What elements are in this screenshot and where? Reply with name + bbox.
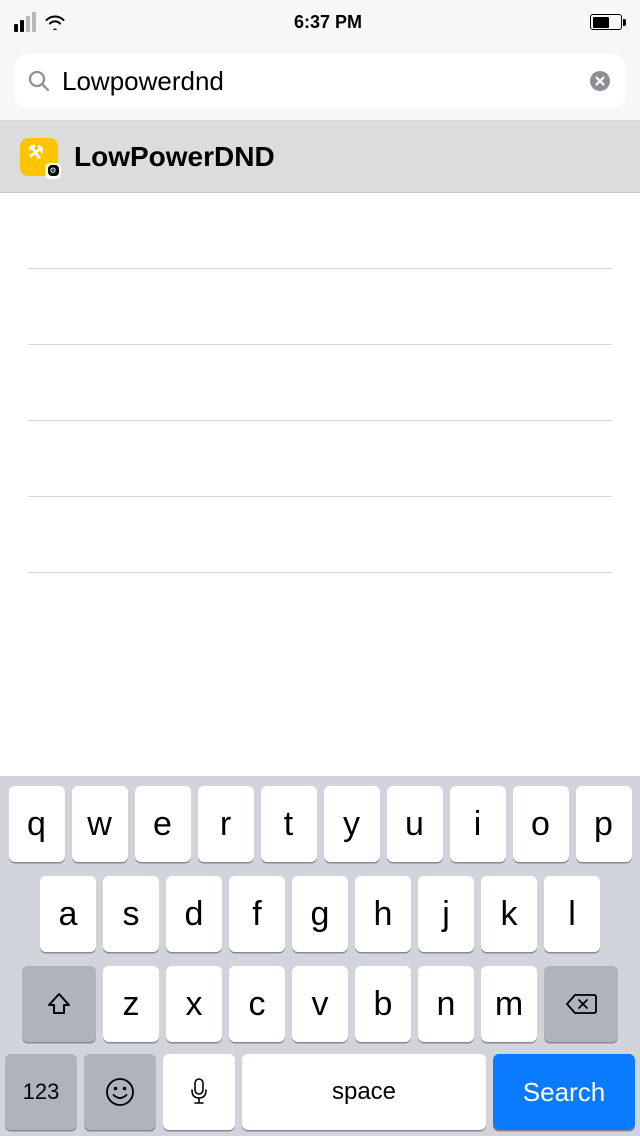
search-icon [28,70,50,92]
search-input[interactable] [62,66,576,97]
key-y[interactable]: y [324,786,380,862]
list-item [28,269,612,345]
key-b[interactable]: b [355,966,411,1042]
signal-icon [14,12,36,32]
status-left [14,12,66,32]
key-numbers[interactable]: 123 [5,1054,77,1130]
key-z[interactable]: z [103,966,159,1042]
result-title: LowPowerDND [74,141,275,173]
list-item [28,193,612,269]
list-item [28,497,612,573]
key-r[interactable]: r [198,786,254,862]
key-backspace[interactable] [544,966,618,1042]
list-item [28,345,612,421]
key-v[interactable]: v [292,966,348,1042]
key-q[interactable]: q [9,786,65,862]
key-p[interactable]: p [576,786,632,862]
status-bar: 6:37 PM [0,0,640,44]
key-w[interactable]: w [72,786,128,862]
key-a[interactable]: a [40,876,96,952]
key-dictation[interactable] [163,1054,235,1130]
key-d[interactable]: d [166,876,222,952]
app-icon: ⚒ ⚙ [20,138,58,176]
search-result[interactable]: ⚒ ⚙ LowPowerDND [0,121,640,193]
key-emoji[interactable] [84,1054,156,1130]
key-space[interactable]: space [242,1054,486,1130]
key-x[interactable]: x [166,966,222,1042]
key-s[interactable]: s [103,876,159,952]
key-c[interactable]: c [229,966,285,1042]
key-i[interactable]: i [450,786,506,862]
empty-list [0,193,640,573]
key-h[interactable]: h [355,876,411,952]
keyboard-row-3: z x c v b n m [5,966,635,1042]
key-l[interactable]: l [544,876,600,952]
status-time: 6:37 PM [294,12,362,33]
key-o[interactable]: o [513,786,569,862]
key-f[interactable]: f [229,876,285,952]
key-search[interactable]: Search [493,1054,635,1130]
key-n[interactable]: n [418,966,474,1042]
keyboard-row-1: q w e r t y u i o p [5,786,635,862]
key-shift[interactable] [22,966,96,1042]
key-t[interactable]: t [261,786,317,862]
keyboard: q w e r t y u i o p a s d f g h j k l z … [0,776,640,1136]
key-e[interactable]: e [135,786,191,862]
key-g[interactable]: g [292,876,348,952]
search-container [0,44,640,121]
wifi-icon [44,14,66,30]
clear-icon[interactable] [588,69,612,93]
battery-icon [590,14,626,30]
key-j[interactable]: j [418,876,474,952]
keyboard-row-4: 123 space Search [5,1054,635,1130]
key-u[interactable]: u [387,786,443,862]
search-field[interactable] [14,54,626,108]
list-item [28,421,612,497]
key-k[interactable]: k [481,876,537,952]
keyboard-row-2: a s d f g h j k l [5,876,635,952]
key-m[interactable]: m [481,966,537,1042]
